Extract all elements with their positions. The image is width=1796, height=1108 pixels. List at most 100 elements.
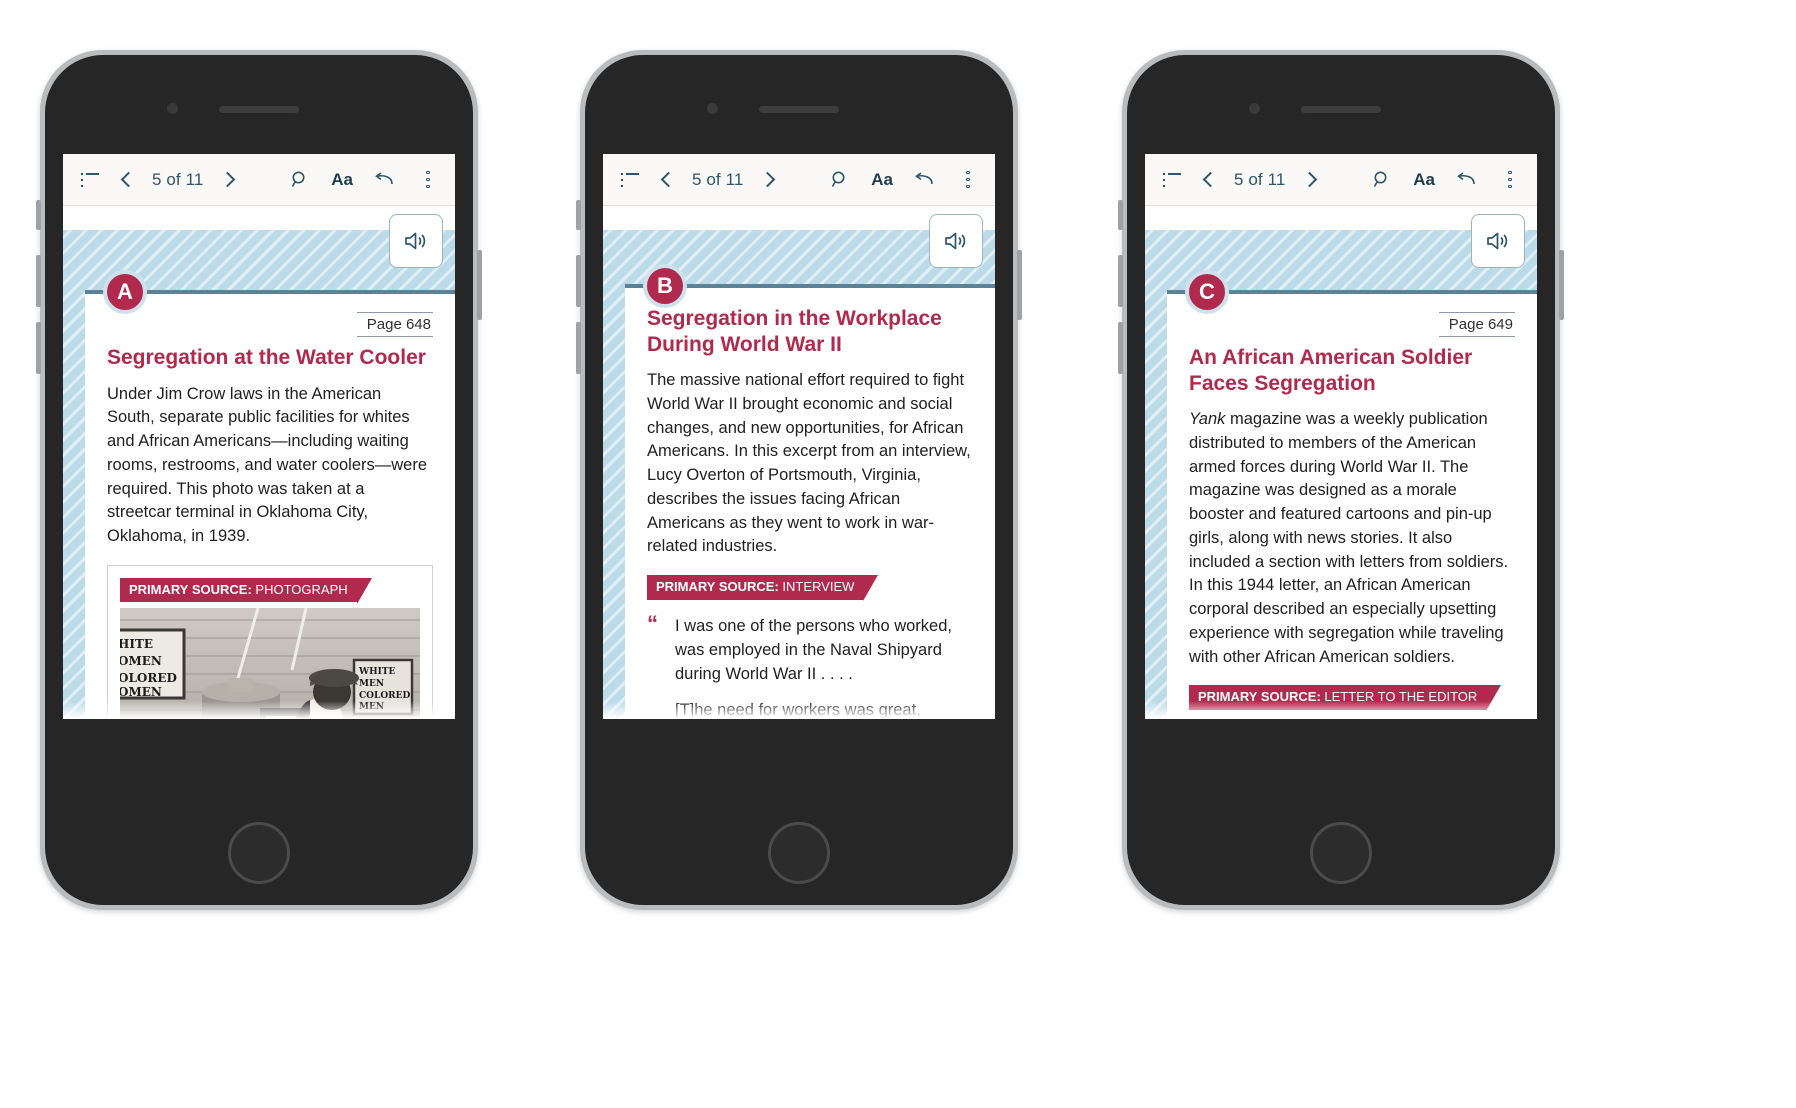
- earpiece-speaker: [759, 106, 839, 113]
- figure-photograph: PRIMARY SOURCE: PHOTOGRAPH HITE OMEN OLO…: [107, 564, 433, 719]
- reader-toolbar: 5 of 11 Aa: [603, 154, 995, 206]
- quote-mark-icon: “: [647, 611, 658, 637]
- svg-text:OMEN: OMEN: [120, 685, 162, 699]
- more-options-icon[interactable]: [955, 167, 981, 193]
- undo-arrow-icon[interactable]: [1453, 167, 1479, 193]
- earpiece-speaker: [1301, 106, 1381, 113]
- undo-arrow-icon[interactable]: [911, 167, 937, 193]
- speaker-icon[interactable]: [1471, 214, 1525, 268]
- home-button[interactable]: [228, 822, 290, 884]
- ribbon-label: PRIMARY SOURCE:: [656, 579, 779, 595]
- volume-up-button[interactable]: [576, 255, 581, 307]
- phone-device-b: 5 of 11 Aa B Segregation in the Workplac…: [576, 50, 1022, 910]
- volume-up-button[interactable]: [36, 255, 41, 307]
- reader-page-c: C Page 649 An African American Soldier F…: [1145, 206, 1537, 719]
- svg-text:OLORED: OLORED: [120, 671, 177, 685]
- chevron-left-icon[interactable]: [653, 167, 679, 193]
- screen-c: 5 of 11 Aa C Page 649 An African America…: [1145, 154, 1537, 719]
- earpiece-speaker: [219, 106, 299, 113]
- reader-toolbar: 5 of 11 Aa: [63, 154, 455, 206]
- page-number-label: Page 649: [1438, 312, 1515, 337]
- page-title: Segregation in the Workplace During Worl…: [647, 307, 942, 356]
- primary-source-ribbon: PRIMARY SOURCE: INTERVIEW: [647, 575, 973, 602]
- silent-switch[interactable]: [1118, 200, 1123, 230]
- phone-device-a: 5 of 11 Aa A Page 648 Segregation at the…: [36, 50, 482, 910]
- source-card-b: B Segregation in the Workplace During Wo…: [625, 264, 995, 719]
- screen-a: 5 of 11 Aa A Page 648 Segregation at the…: [63, 154, 455, 719]
- front-camera: [1249, 103, 1260, 114]
- body-rest: magazine was a weekly publication distri…: [1189, 410, 1509, 666]
- page-indicator: 5 of 11: [692, 169, 744, 189]
- screen-b: 5 of 11 Aa B Segregation in the Workplac…: [603, 154, 995, 719]
- power-button[interactable]: [1559, 250, 1564, 320]
- search-icon[interactable]: [287, 167, 313, 193]
- more-options-icon[interactable]: [1497, 167, 1523, 193]
- power-button[interactable]: [1017, 250, 1022, 320]
- svg-text:MEN: MEN: [359, 702, 384, 712]
- ribbon-label: PRIMARY SOURCE:: [129, 581, 252, 597]
- speaker-icon[interactable]: [389, 214, 443, 268]
- list-icon[interactable]: [1159, 167, 1185, 193]
- home-button[interactable]: [1310, 822, 1372, 884]
- badge-letter: B: [643, 264, 687, 308]
- svg-text:WHITE: WHITE: [358, 667, 396, 677]
- page-indicator: 5 of 11: [1234, 169, 1286, 189]
- body-paragraph: Yank magazine was a weekly publication d…: [1189, 408, 1515, 669]
- silent-switch[interactable]: [36, 200, 41, 230]
- volume-up-button[interactable]: [1118, 255, 1123, 307]
- reader-page-a: A Page 648 Segregation at the Water Cool…: [63, 206, 455, 719]
- chevron-right-icon[interactable]: [216, 167, 242, 193]
- ribbon-type: PHOTOGRAPH: [251, 581, 348, 597]
- primary-source-ribbon: PRIMARY SOURCE: PHOTOGRAPH: [120, 577, 420, 606]
- volume-down-button[interactable]: [576, 322, 581, 374]
- page-number-label: Page 648: [356, 312, 433, 337]
- speaker-icon[interactable]: [929, 214, 983, 268]
- svg-text:HITE: HITE: [120, 637, 153, 651]
- chevron-left-icon[interactable]: [113, 167, 139, 193]
- volume-down-button[interactable]: [36, 322, 41, 374]
- front-camera: [707, 103, 718, 114]
- ribbon-type: INTERVIEW: [778, 579, 855, 595]
- search-icon[interactable]: [827, 167, 853, 193]
- ribbon-label: PRIMARY SOURCE:: [1198, 689, 1321, 705]
- historical-photograph: HITE OMEN OLORED OMEN WHITE MEN COLORED: [120, 607, 420, 719]
- more-options-icon[interactable]: [415, 167, 441, 193]
- phone-gallery: 5 of 11 Aa A Page 648 Segregation at the…: [0, 0, 1796, 1108]
- page-title: An African American Soldier Faces Segreg…: [1189, 346, 1473, 395]
- list-icon[interactable]: [617, 167, 643, 193]
- source-card-a: A Page 648 Segregation at the Water Cool…: [85, 270, 455, 719]
- svg-text:MEN: MEN: [359, 679, 384, 689]
- text-size-button[interactable]: Aa: [331, 170, 353, 190]
- badge-letter: A: [103, 270, 147, 314]
- text-size-button[interactable]: Aa: [1413, 170, 1435, 190]
- search-icon[interactable]: [1369, 167, 1395, 193]
- chevron-left-icon[interactable]: [1195, 167, 1221, 193]
- body-paragraph: The massive national effort required to …: [647, 371, 971, 556]
- reader-page-b: B Segregation in the Workplace During Wo…: [603, 206, 995, 719]
- quotation-block: “ I was one of the persons who worked, w…: [647, 611, 973, 719]
- quote-paragraph: [T]he need for workers was great, becaus…: [675, 700, 921, 719]
- front-camera: [167, 103, 178, 114]
- page-indicator: 5 of 11: [152, 169, 204, 189]
- reader-toolbar: 5 of 11 Aa: [1145, 154, 1537, 206]
- volume-down-button[interactable]: [1118, 322, 1123, 374]
- text-size-button[interactable]: Aa: [871, 170, 893, 190]
- list-icon[interactable]: [77, 167, 103, 193]
- svg-text:OMEN: OMEN: [120, 654, 162, 668]
- power-button[interactable]: [477, 250, 482, 320]
- badge-letter: C: [1185, 270, 1229, 314]
- quote-paragraph: I was one of the persons who worked, was…: [675, 617, 952, 684]
- undo-arrow-icon[interactable]: [371, 167, 397, 193]
- chevron-right-icon[interactable]: [1298, 167, 1324, 193]
- phone-device-c: 5 of 11 Aa C Page 649 An African America…: [1118, 50, 1564, 910]
- body-paragraph: Under Jim Crow laws in the American Sout…: [107, 384, 428, 546]
- ribbon-type: LETTER TO THE EDITOR: [1320, 689, 1478, 705]
- silent-switch[interactable]: [576, 200, 581, 230]
- chevron-right-icon[interactable]: [756, 167, 782, 193]
- home-button[interactable]: [768, 822, 830, 884]
- page-title: Segregation at the Water Cooler: [107, 346, 426, 369]
- magazine-title: Yank: [1189, 410, 1226, 429]
- source-card-c: C Page 649 An African American Soldier F…: [1167, 270, 1537, 719]
- svg-text:COLORED: COLORED: [359, 691, 411, 701]
- primary-source-ribbon: PRIMARY SOURCE: LETTER TO THE EDITOR: [1189, 685, 1515, 712]
